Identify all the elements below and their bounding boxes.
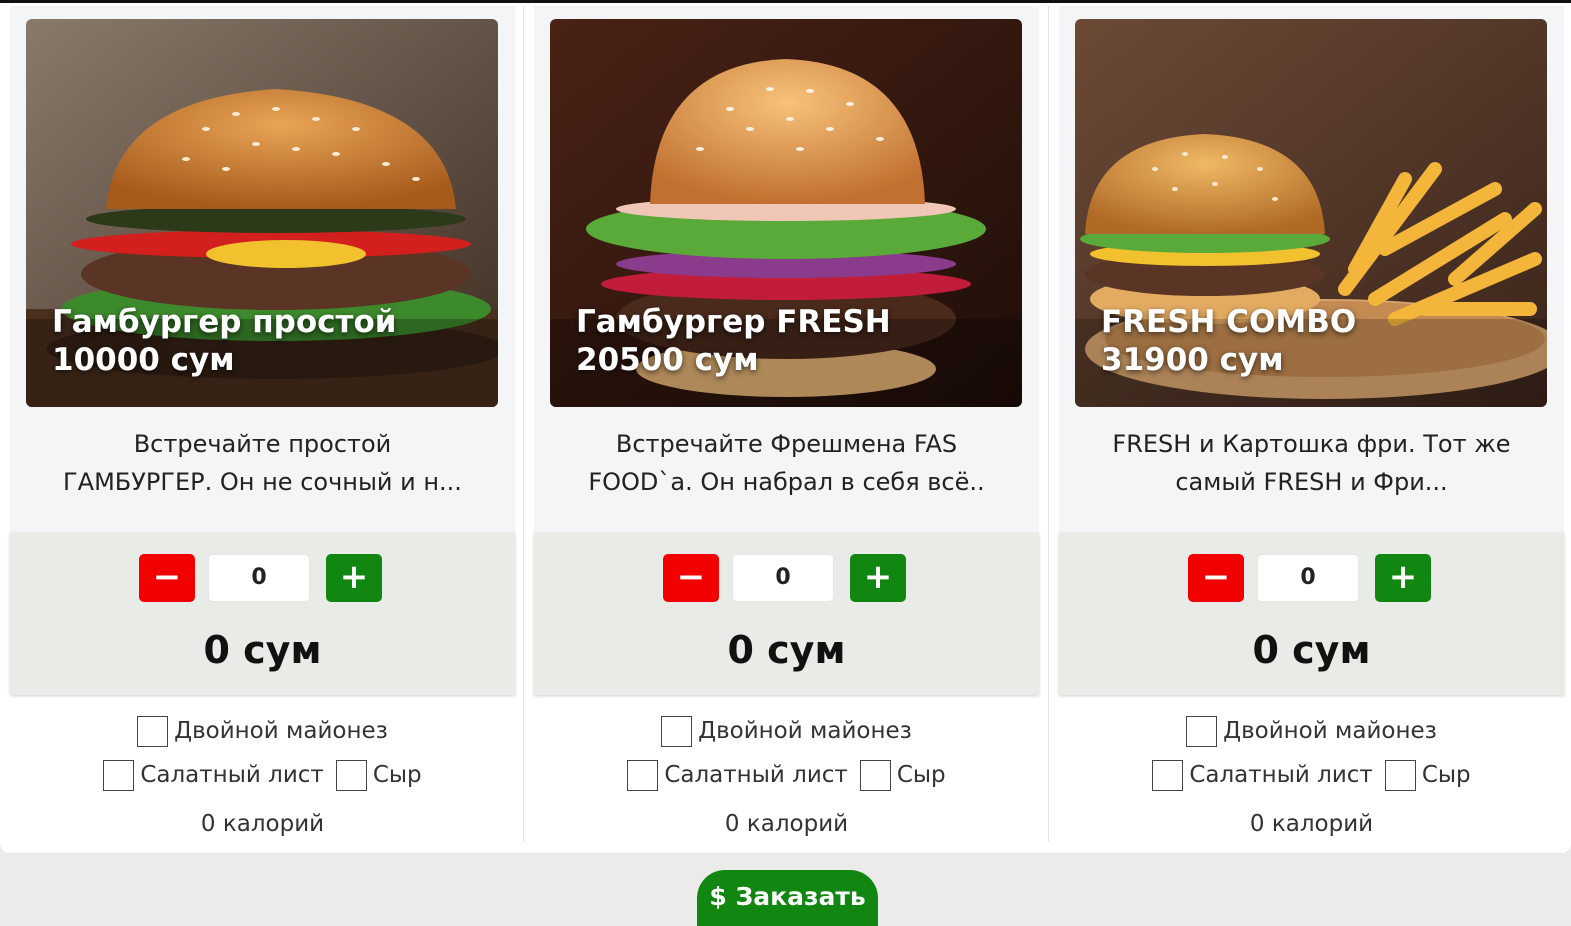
option-double-mayo[interactable]: Двойной майонез (661, 715, 912, 747)
options: Двойной майонез Салатный лист Сыр (10, 709, 515, 797)
card-upper: Гамбургер простой 10000 сум Встречайте п… (10, 6, 515, 533)
item-total: 0 сум (203, 628, 322, 672)
card-divider (1048, 6, 1049, 842)
option-label: Салатный лист (1189, 762, 1373, 788)
card-divider (523, 6, 524, 842)
double-mayo-checkbox[interactable] (1186, 715, 1218, 747)
option-lettuce[interactable]: Салатный лист (103, 759, 324, 791)
cheese-checkbox[interactable] (859, 759, 891, 791)
quantity-stepper: − 0 + (139, 554, 382, 602)
increase-button[interactable]: + (1375, 554, 1431, 602)
options: Двойной майонез Салатный лист Сыр (534, 709, 1039, 797)
description-line: FRESH и Картошка фри. Тот же (1112, 430, 1511, 458)
product-caption: Гамбургер FRESH 20500 сум (576, 303, 891, 379)
calories: 0 калорий (724, 811, 849, 837)
option-cheese[interactable]: Сыр (335, 759, 422, 791)
product-photo-fresh-combo: FRESH COMBO 31900 сум (1075, 19, 1547, 407)
product-name: Гамбургер FRESH (576, 304, 891, 340)
quantity-field[interactable]: 0 (1257, 554, 1359, 602)
decrease-button[interactable]: − (1188, 554, 1244, 602)
product-photo-hamburger-fresh: Гамбургер FRESH 20500 сум (550, 19, 1022, 407)
card-upper: Гамбургер FRESH 20500 сум Встречайте Фре… (534, 6, 1039, 533)
cheese-checkbox[interactable] (335, 759, 367, 791)
option-label: Салатный лист (664, 762, 848, 788)
product-caption: FRESH COMBO 31900 сум (1101, 303, 1356, 379)
product-price: 31900 сум (1101, 342, 1284, 378)
option-double-mayo[interactable]: Двойной майонез (1186, 715, 1437, 747)
product-description: Встречайте Фрешмена FAS FOOD`а. Он набра… (554, 425, 1019, 501)
lettuce-checkbox[interactable] (1152, 759, 1184, 791)
product-card-fresh-combo: FRESH COMBO 31900 сум FRESH и Картошка ф… (1059, 6, 1564, 853)
cheese-checkbox[interactable] (1384, 759, 1416, 791)
option-label: Сыр (372, 762, 422, 788)
order-button[interactable]: $ Заказать (697, 870, 878, 926)
product-card-hamburger-simple: Гамбургер простой 10000 сум Встречайте п… (10, 6, 515, 853)
description-line: ГАМБУРГЕР. Он не сочный и н... (63, 468, 462, 496)
description-line: FOOD`а. Он набрал в себя всё.. (588, 468, 985, 496)
calories: 0 калорий (1249, 811, 1374, 837)
product-photo-hamburger: Гамбургер простой 10000 сум (26, 19, 498, 407)
product-caption: Гамбургер простой 10000 сум (52, 303, 397, 379)
menu-panel: Гамбургер простой 10000 сум Встречайте п… (0, 3, 1571, 853)
decrease-button[interactable]: − (663, 554, 719, 602)
option-label: Сыр (896, 762, 946, 788)
product-name: FRESH COMBO (1101, 304, 1357, 340)
order-box: − 0 + 0 сум (1059, 533, 1564, 695)
description-line: самый FRESH и Фри... (1175, 468, 1448, 496)
lettuce-checkbox[interactable] (627, 759, 659, 791)
double-mayo-checkbox[interactable] (661, 715, 693, 747)
options: Двойной майонез Салатный лист Сыр (1059, 709, 1564, 797)
calories: 0 калорий (200, 811, 325, 837)
product-name: Гамбургер простой (52, 304, 397, 340)
option-label: Двойной майонез (698, 718, 912, 744)
option-label: Двойной майонез (1223, 718, 1437, 744)
decrease-button[interactable]: − (139, 554, 195, 602)
option-label: Сыр (1421, 762, 1471, 788)
option-cheese[interactable]: Сыр (1384, 759, 1471, 791)
double-mayo-checkbox[interactable] (137, 715, 169, 747)
dollar-icon: $ (709, 882, 727, 911)
product-description: Встречайте простой ГАМБУРГЕР. Он не сочн… (30, 425, 495, 501)
option-lettuce[interactable]: Салатный лист (1152, 759, 1373, 791)
card-upper: FRESH COMBO 31900 сум FRESH и Картошка ф… (1059, 6, 1564, 533)
option-label: Двойной майонез (174, 718, 388, 744)
option-label: Салатный лист (140, 762, 324, 788)
increase-button[interactable]: + (326, 554, 382, 602)
order-box: − 0 + 0 сум (534, 533, 1039, 695)
quantity-field[interactable]: 0 (732, 554, 834, 602)
quantity-field[interactable]: 0 (208, 554, 310, 602)
description-line: Встречайте простой (133, 430, 392, 458)
item-total: 0 сум (1252, 628, 1371, 672)
order-button-label: Заказать (735, 882, 866, 911)
quantity-stepper: − 0 + (663, 554, 906, 602)
increase-button[interactable]: + (850, 554, 906, 602)
item-total: 0 сум (727, 628, 846, 672)
quantity-stepper: − 0 + (1188, 554, 1431, 602)
product-price: 10000 сум (52, 342, 235, 378)
product-description: FRESH и Картошка фри. Тот же самый FRESH… (1079, 425, 1544, 501)
product-price: 20500 сум (576, 342, 759, 378)
description-line: Встречайте Фрешмена FAS (615, 430, 958, 458)
order-box: − 0 + 0 сум (10, 533, 515, 695)
option-double-mayo[interactable]: Двойной майонез (137, 715, 388, 747)
option-cheese[interactable]: Сыр (859, 759, 946, 791)
lettuce-checkbox[interactable] (103, 759, 135, 791)
option-lettuce[interactable]: Салатный лист (627, 759, 848, 791)
product-card-hamburger-fresh: Гамбургер FRESH 20500 сум Встречайте Фре… (534, 6, 1039, 853)
